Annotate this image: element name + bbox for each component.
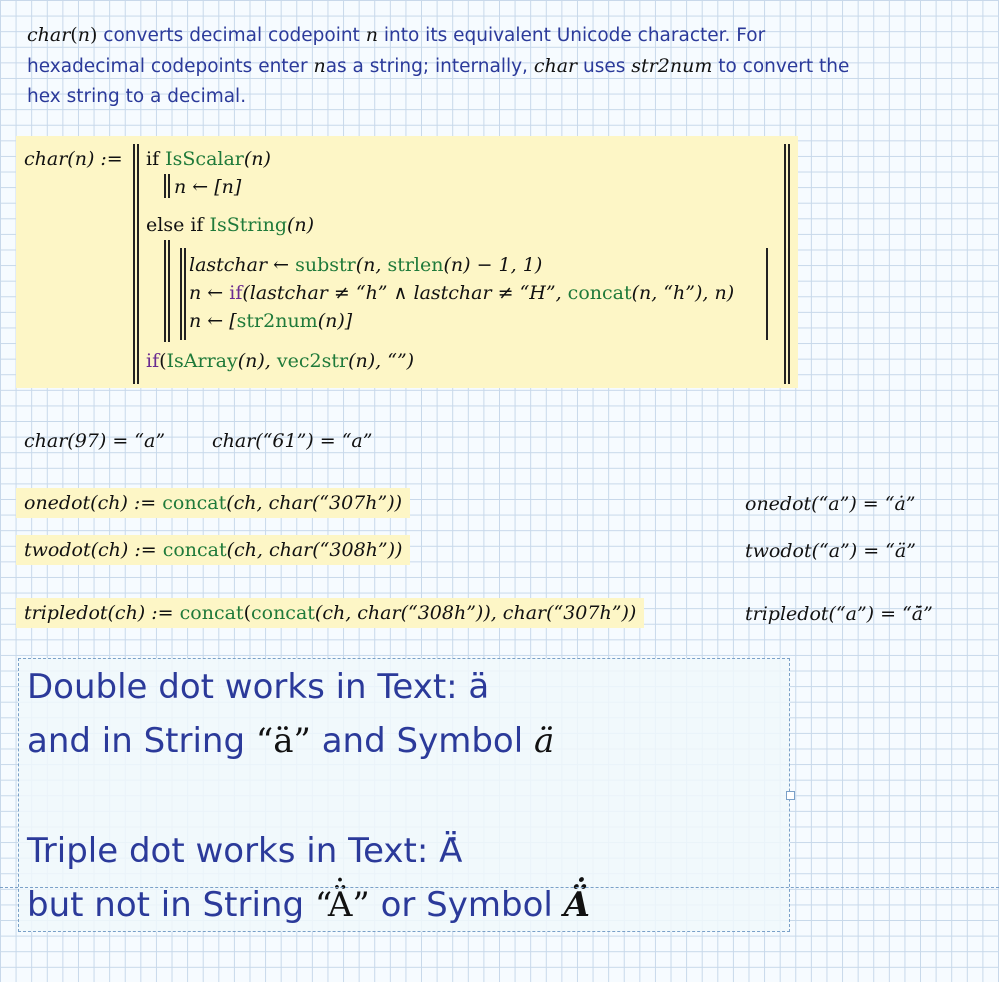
program-bar-string <box>164 240 166 342</box>
example-char-61[interactable]: char(“61”) = “a” <box>212 430 372 452</box>
program-bar-scalar-2 <box>168 174 170 198</box>
symbol-sample-double: ä <box>533 721 555 761</box>
page-break-line <box>0 887 999 888</box>
fn-char: char <box>27 24 71 46</box>
example-char-97[interactable]: char(97) = “a” <box>24 430 165 452</box>
def-line-1: if IsScalar(n) <box>146 148 271 170</box>
def-line-3: else if IsString(n) <box>146 214 315 236</box>
string-sample-triple: “Ä̇” <box>314 885 370 925</box>
program-bar-right-outer <box>784 144 786 384</box>
twodot-definition[interactable]: twodot(ch) := concat(ch, char(“308h”)) <box>16 535 411 565</box>
symbol-sample-triple: Ä̇ <box>563 885 591 925</box>
definition-head: char(n) := <box>24 148 123 170</box>
program-bar-string-2 <box>168 240 170 342</box>
text-region[interactable]: Double dot works in Text: ä and in Strin… <box>18 658 795 932</box>
text-line-1: Double dot works in Text: ä <box>27 667 490 707</box>
def-line-4: lastchar ← substr(n, strlen(n) − 1, 1) <box>189 254 543 276</box>
intro-text: char(n) converts decimal codepoint n int… <box>27 24 850 107</box>
twodot-result[interactable]: twodot(“a”) = “ä” <box>745 540 916 562</box>
text-line-3: Triple dot works in Text: Ä̇ <box>27 831 463 871</box>
text-line-4: but not in String “Ä̇” or Symbol Ä̇ <box>27 885 591 925</box>
program-bar-outer-2 <box>137 144 139 384</box>
resize-handle[interactable] <box>786 791 795 800</box>
char-definition-region[interactable]: char(n) := if IsScalar(n) n ← [n] else i… <box>16 136 798 388</box>
def-line-5: n ← if(lastchar ≠ “h” ∧ lastchar ≠ “H”, … <box>189 282 735 304</box>
program-bar-inner-2 <box>184 248 186 340</box>
tripledot-definition[interactable]: tripledot(ch) := concat(concat(ch, char(… <box>16 598 645 628</box>
tripledot-result[interactable]: tripledot(“a”) = “ä̇” <box>745 603 933 625</box>
program-bar-right <box>766 248 768 340</box>
text-line-2: and in String “ä” and Symbol ä <box>27 721 555 761</box>
string-sample-double: “ä” <box>255 721 311 761</box>
def-line-2: n ← [n] <box>174 176 242 198</box>
program-bar-inner <box>180 248 182 340</box>
program-bar-scalar <box>164 174 166 198</box>
onedot-definition[interactable]: onedot(ch) := concat(ch, char(“307h”)) <box>16 488 411 518</box>
def-line-6: n ← [str2num(n)] <box>189 310 353 332</box>
program-bar-outer <box>133 144 135 384</box>
program-bar-right-outer-2 <box>788 144 790 384</box>
onedot-result[interactable]: onedot(“a”) = “ȧ” <box>745 493 916 515</box>
def-line-7: if(IsArray(n), vec2str(n), “”) <box>146 350 415 372</box>
